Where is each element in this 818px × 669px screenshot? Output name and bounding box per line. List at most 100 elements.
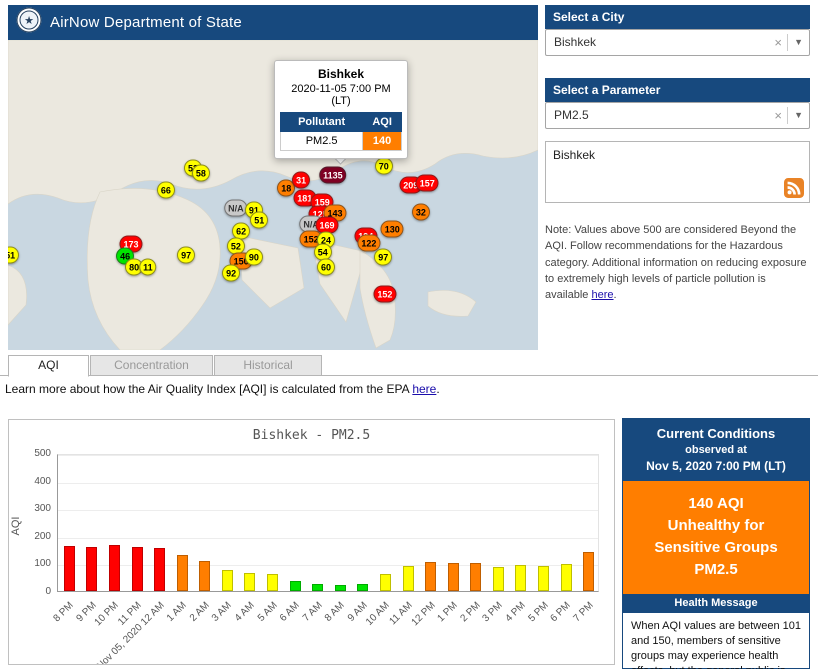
map-landmass bbox=[8, 40, 538, 350]
map-marker[interactable]: 130 bbox=[381, 221, 404, 238]
chart-bar bbox=[177, 555, 188, 591]
map-marker[interactable]: 1135 bbox=[319, 166, 347, 183]
aqi-pollutant: PM2.5 bbox=[633, 559, 799, 581]
chart-bar bbox=[493, 567, 504, 591]
aqi-summary-box: 140 AQI Unhealthy for Sensitive Groups P… bbox=[623, 481, 809, 594]
popup-table: Pollutant AQI PM2.5 140 bbox=[280, 112, 402, 151]
parameter-select[interactable]: PM2.5 × ▼ bbox=[545, 102, 810, 129]
city-chevron-down-icon[interactable]: ▼ bbox=[794, 30, 803, 55]
map-marker[interactable]: 97 bbox=[374, 249, 392, 266]
chart-bar bbox=[335, 585, 346, 591]
note-here-link[interactable]: here bbox=[591, 289, 613, 301]
epa-note: Learn more about how the Air Quality Ind… bbox=[5, 382, 440, 396]
map-marker[interactable]: 152 bbox=[373, 285, 396, 302]
current-conditions-title: Current Conditions bbox=[627, 426, 805, 441]
chart-gridline bbox=[58, 538, 598, 539]
map-marker[interactable]: 11 bbox=[139, 258, 157, 275]
parameter-clear-icon[interactable]: × bbox=[774, 103, 782, 128]
observed-at-time: Nov 5, 2020 7:00 PM (LT) bbox=[627, 459, 805, 473]
page: ★ AirNow Department of State Bishkek 202… bbox=[0, 0, 818, 669]
chart-bar bbox=[64, 546, 75, 591]
dos-seal-icon: ★ bbox=[16, 7, 42, 38]
current-conditions-panel: Current Conditions observed at Nov 5, 20… bbox=[622, 418, 810, 669]
aqi-value: 140 AQI bbox=[633, 493, 799, 515]
map-marker[interactable]: 66 bbox=[157, 182, 175, 199]
select-divider bbox=[787, 107, 788, 124]
observed-at-label: observed at bbox=[627, 444, 805, 456]
beyond-aqi-note: Note: Values above 500 are considered Be… bbox=[545, 222, 811, 303]
health-message-text: When AQI values are between 101 and 150,… bbox=[623, 613, 809, 669]
chart-title: Bishkek - PM2.5 bbox=[9, 428, 614, 443]
current-conditions-header: Current Conditions observed at Nov 5, 20… bbox=[623, 419, 809, 481]
map-marker[interactable]: 70 bbox=[375, 157, 393, 174]
map-marker[interactable]: 58 bbox=[192, 164, 210, 181]
chart-bar bbox=[583, 552, 594, 591]
chart-bar bbox=[470, 563, 481, 591]
chart-bar bbox=[448, 563, 459, 591]
app-header: ★ AirNow Department of State bbox=[8, 5, 538, 40]
parameter-select-value: PM2.5 bbox=[554, 103, 589, 128]
tab-historical[interactable]: Historical bbox=[214, 355, 322, 376]
map-marker[interactable]: 157 bbox=[416, 174, 439, 191]
tab-concentration[interactable]: Concentration bbox=[90, 355, 213, 376]
map-marker[interactable]: 60 bbox=[317, 258, 335, 275]
map-marker[interactable]: 90 bbox=[245, 249, 263, 266]
chart-bar bbox=[244, 573, 255, 591]
feed-box: Bishkek bbox=[545, 141, 810, 203]
chart-plot bbox=[57, 454, 599, 592]
rss-icon[interactable] bbox=[784, 178, 804, 198]
parameter-chevron-down-icon[interactable]: ▼ bbox=[794, 103, 803, 128]
chart-y-axis-label: AQI bbox=[10, 491, 22, 561]
city-clear-icon[interactable]: × bbox=[774, 30, 782, 55]
select-parameter-header: Select a Parameter bbox=[545, 78, 810, 102]
city-select[interactable]: Bishkek × ▼ bbox=[545, 29, 810, 56]
chart-bar bbox=[222, 570, 233, 591]
chart-y-tick: 200 bbox=[15, 531, 51, 542]
tab-divider-line bbox=[0, 375, 818, 376]
chart-bar bbox=[109, 545, 120, 591]
popup-city: Bishkek bbox=[280, 67, 402, 81]
popup-timezone: (LT) bbox=[280, 95, 402, 107]
chart-bar bbox=[312, 584, 323, 591]
chart-bar bbox=[403, 566, 414, 591]
map-marker[interactable]: 32 bbox=[412, 204, 430, 221]
feed-city-label: Bishkek bbox=[553, 148, 595, 162]
popup-datetime: 2020-11-05 7:00 PM bbox=[280, 83, 402, 95]
epa-here-link[interactable]: here bbox=[412, 382, 436, 396]
chart-bar bbox=[538, 566, 549, 591]
select-city-header: Select a City bbox=[545, 5, 810, 29]
chart-bar bbox=[132, 547, 143, 591]
map-marker[interactable]: 31 bbox=[292, 172, 310, 189]
chart-bar bbox=[380, 574, 391, 591]
health-message-header: Health Message bbox=[623, 594, 809, 613]
tab-aqi[interactable]: AQI bbox=[8, 355, 89, 377]
popup-col-pollutant: Pollutant bbox=[281, 113, 363, 132]
map-marker[interactable]: 51 bbox=[250, 212, 268, 229]
popup-pollutant-value: PM2.5 bbox=[281, 132, 363, 151]
chart-bar bbox=[154, 548, 165, 591]
popup-col-aqi: AQI bbox=[363, 113, 402, 132]
chart-y-tick: 500 bbox=[15, 448, 51, 459]
aqi-chart-panel: Bishkek - PM2.5 AQI 01002003004005008 PM… bbox=[8, 419, 615, 665]
chart-gridline bbox=[58, 455, 598, 456]
map[interactable]: Bishkek 2020-11-05 7:00 PM (LT) Pollutan… bbox=[8, 40, 538, 350]
chart-gridline bbox=[58, 510, 598, 511]
aqi-category: Unhealthy for Sensitive Groups bbox=[633, 515, 799, 559]
map-popup: Bishkek 2020-11-05 7:00 PM (LT) Pollutan… bbox=[274, 60, 408, 159]
map-marker[interactable]: 92 bbox=[222, 265, 240, 282]
chart-gridline bbox=[58, 483, 598, 484]
select-divider bbox=[787, 34, 788, 51]
chart-bar bbox=[515, 565, 526, 591]
svg-text:★: ★ bbox=[24, 15, 34, 27]
chart-bar bbox=[267, 574, 278, 591]
chart-y-tick: 0 bbox=[15, 586, 51, 597]
city-select-value: Bishkek bbox=[554, 30, 596, 55]
page-title: AirNow Department of State bbox=[50, 14, 242, 31]
chart-bar bbox=[290, 581, 301, 591]
chart-bar bbox=[357, 584, 368, 591]
chart-bar bbox=[199, 561, 210, 591]
chart-bar bbox=[86, 547, 97, 591]
popup-aqi-value: 140 bbox=[363, 132, 402, 151]
map-marker[interactable]: 97 bbox=[177, 247, 195, 264]
chart-bar bbox=[425, 562, 436, 591]
